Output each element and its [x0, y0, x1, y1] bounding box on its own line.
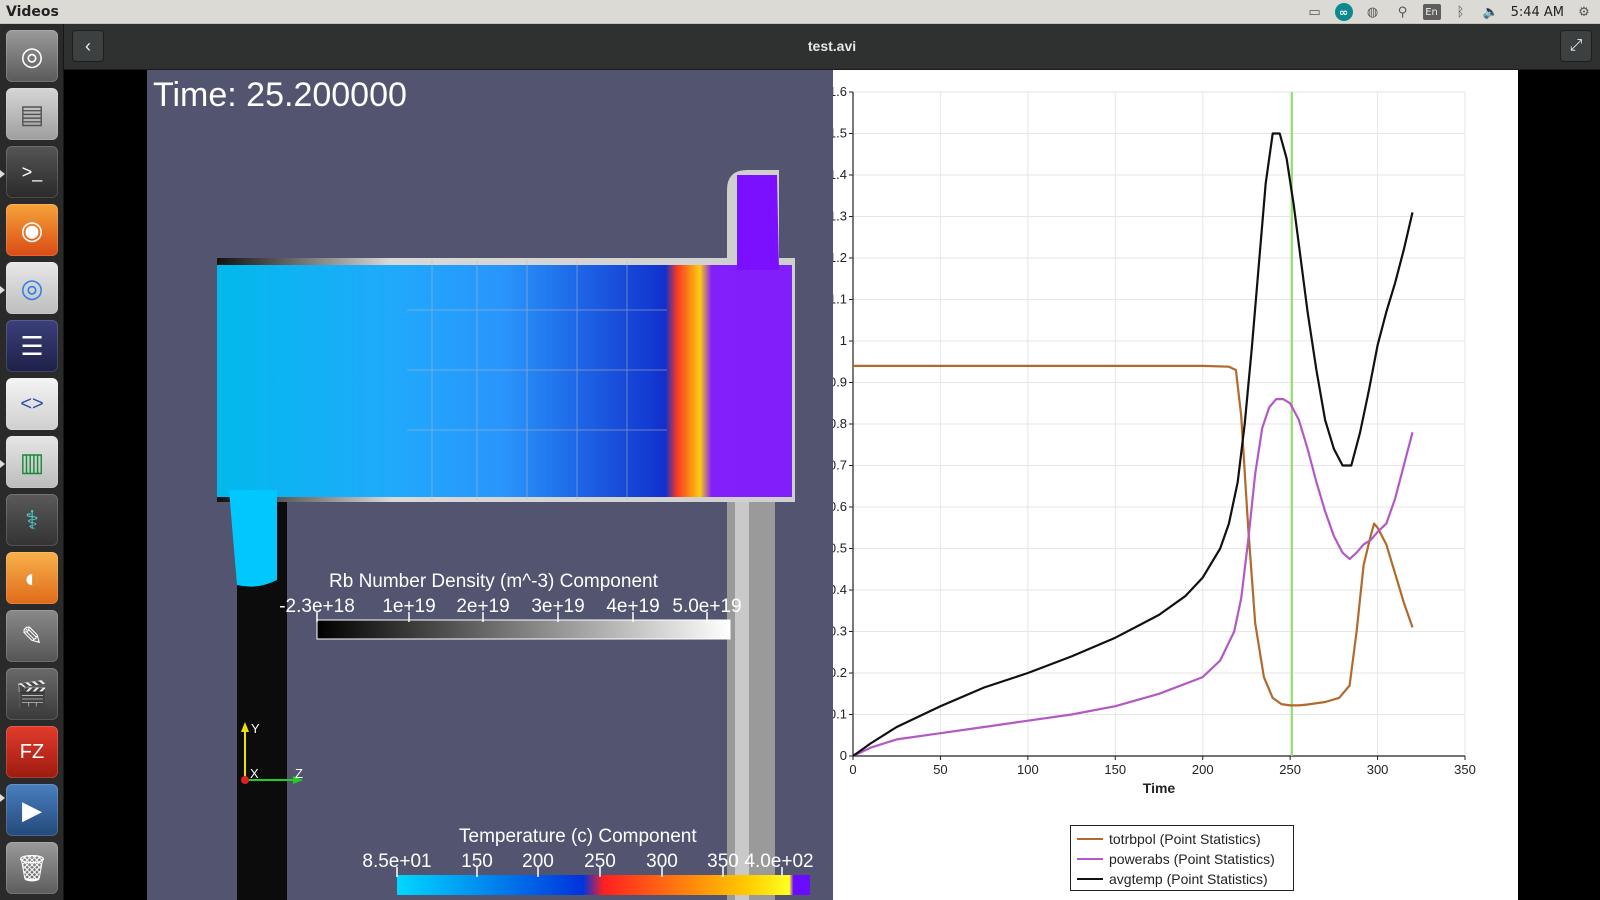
legend-swatch [1077, 878, 1103, 880]
legend-label: avgtemp (Point Statistics) [1109, 871, 1268, 887]
y-tick-label: 1.1 [833, 292, 847, 307]
y-tick-label: 1.6 [833, 84, 847, 99]
fullscreen-button[interactable]: ⤢ [1560, 30, 1592, 62]
ubuntu-dash-icon[interactable]: ◎ [6, 30, 58, 82]
running-indicator [0, 794, 5, 802]
y-tick-label: 0.1 [833, 707, 847, 722]
density-tick: 2e+19 [456, 596, 510, 617]
chart-view: 0 0.1 0.2 0.3 0.4 0.5 0.6 0.7 0.8 0.9 1 1.1 1.2 1.3 1.… [833, 70, 1518, 900]
filezilla-icon[interactable]: FZ [6, 726, 58, 778]
firefox-icon[interactable]: ◉ [6, 204, 58, 256]
y-tick-label: 0.4 [833, 582, 847, 597]
keyboard-layout-indicator[interactable]: En [1422, 4, 1441, 20]
y-tick-label: 0.5 [833, 541, 847, 556]
running-indicator [0, 170, 5, 178]
y-tick-label: 0.3 [833, 624, 847, 639]
running-indicator [0, 460, 5, 468]
y-tick-label: 1.3 [833, 209, 847, 224]
y-tick-label: 0.6 [833, 499, 847, 514]
density-tick: 5.0e+19 [672, 596, 742, 617]
video-title: test.avi [807, 38, 857, 54]
temperature-tick: 150 [461, 851, 493, 872]
render-view: Y X Z Time: 25.200000 Rb Number Density … [147, 70, 833, 900]
density-tick: 4e+19 [606, 596, 660, 617]
drive-icon[interactable]: ▭ [1305, 3, 1325, 21]
y-tick-label: 0.9 [833, 375, 847, 390]
y-tick-label: 1 [840, 333, 847, 348]
y-tick-label: 1.4 [833, 167, 847, 182]
system-tray: ▭ ∞ ◍ ⚲ En ᛒ 🔈 5:44 AM ⚙ [1305, 2, 1594, 22]
gimp-icon[interactable]: ✎ [6, 610, 58, 662]
x-tick-label: 150 [1104, 762, 1126, 777]
y-tick-label: 1.5 [833, 126, 847, 141]
x-tick-label: 300 [1367, 762, 1389, 777]
series-line-2 [852, 132, 1414, 757]
wrench-icon[interactable]: ⚲ [1393, 3, 1413, 21]
temperature-bar-title: Temperature (c) Component [459, 826, 697, 847]
x-tick-label: 200 [1192, 762, 1214, 777]
density-bar-title: Rb Number Density (m^-3) Component [329, 571, 658, 592]
temperature-tick: 350 [707, 851, 739, 872]
temperature-tick: 200 [522, 851, 554, 872]
running-indicator [0, 286, 5, 294]
x-tick-label: 100 [1017, 762, 1039, 777]
y-tick-label: 1.2 [833, 250, 847, 265]
videos-app-icon[interactable]: ▶ [6, 784, 58, 836]
terminal-icon[interactable]: >_ [6, 146, 58, 198]
temperature-tick: 8.5e+01 [362, 851, 432, 872]
density-tick: -2.3e+18 [279, 596, 355, 617]
y-tick-label: 0 [840, 748, 847, 763]
legend-label: powerabs (Point Statistics) [1109, 851, 1275, 867]
series-line-1 [852, 398, 1414, 757]
time-label: Time: 25.200000 [153, 76, 407, 114]
axis-x-label: X [250, 766, 259, 781]
density-tick: 1e+19 [382, 596, 436, 617]
y-tick-label: 0.2 [833, 665, 847, 680]
x-tick-label: 0 [849, 762, 856, 777]
expand-icon: ⤢ [1569, 37, 1583, 54]
launcher: ◎ ▤ >_ ◉ ◎ ☰ <> ▥ ⚕ ◐ ✎ 🎬 FZ ▶ 🗑 [0, 24, 64, 900]
temperature-tick: 250 [584, 851, 616, 872]
app-name: Videos [6, 4, 59, 20]
video-header: ‹ test.avi ⤢ [64, 24, 1600, 70]
flow-visualization: Y X Z [217, 170, 810, 900]
series-line-0 [853, 364, 1414, 707]
code-editor-icon[interactable]: <> [6, 378, 58, 430]
clock[interactable]: 5:44 AM [1511, 5, 1564, 20]
volume-icon[interactable]: 🔈 [1481, 3, 1501, 21]
x-tick-label: 350 [1454, 762, 1476, 777]
legend-item: avgtemp (Point Statistics) [1077, 869, 1287, 889]
x-axis-label: Time [1143, 780, 1176, 796]
bluetooth-icon[interactable]: ᛒ [1451, 3, 1471, 21]
temperature-tick: 300 [646, 851, 678, 872]
arduino-icon[interactable]: ∞ [1334, 3, 1353, 21]
legend-item: powerabs (Point Statistics) [1077, 849, 1287, 869]
temperature-tick: 4.0e+02 [744, 851, 814, 872]
legend-swatch [1077, 858, 1103, 860]
top-panel: Videos ▭ ∞ ◍ ⚲ En ᛒ 🔈 5:44 AM ⚙ [0, 0, 1600, 24]
axis-z-label: Z [295, 766, 303, 781]
paraview-icon[interactable]: ▥ [6, 436, 58, 488]
x-tick-label: 250 [1279, 762, 1301, 777]
session-menu-icon[interactable]: ⚙ [1574, 3, 1594, 21]
axis-y-label: Y [251, 721, 260, 736]
x-tick-label: 50 [933, 762, 947, 777]
trash-icon[interactable]: 🗑 [6, 842, 58, 894]
video-editor-icon[interactable]: 🎬 [6, 668, 58, 720]
chart-legend: totrbpol (Point Statistics) powerabs (Po… [1070, 825, 1294, 891]
eclipse-icon[interactable]: ☰ [6, 320, 58, 372]
lightbulb-icon[interactable]: ◍ [1363, 3, 1383, 21]
y-tick-label: 0.8 [833, 416, 847, 431]
legend-swatch [1077, 838, 1103, 840]
line-chart: 0 0.1 0.2 0.3 0.4 0.5 0.6 0.7 0.8 0.9 1 1.1 1.2 1.3 1.… [833, 84, 1476, 796]
chrome-icon[interactable]: ◎ [6, 262, 58, 314]
y-tick-label: 0.7 [833, 458, 847, 473]
legend-label: totrbpol (Point Statistics) [1109, 831, 1261, 847]
legend-item: totrbpol (Point Statistics) [1077, 829, 1287, 849]
visualization-tool-icon[interactable]: ⚕ [6, 494, 58, 546]
file-manager-icon[interactable]: ▤ [6, 88, 58, 140]
density-tick: 3e+19 [531, 596, 585, 617]
blender-icon[interactable]: ◐ [6, 552, 58, 604]
